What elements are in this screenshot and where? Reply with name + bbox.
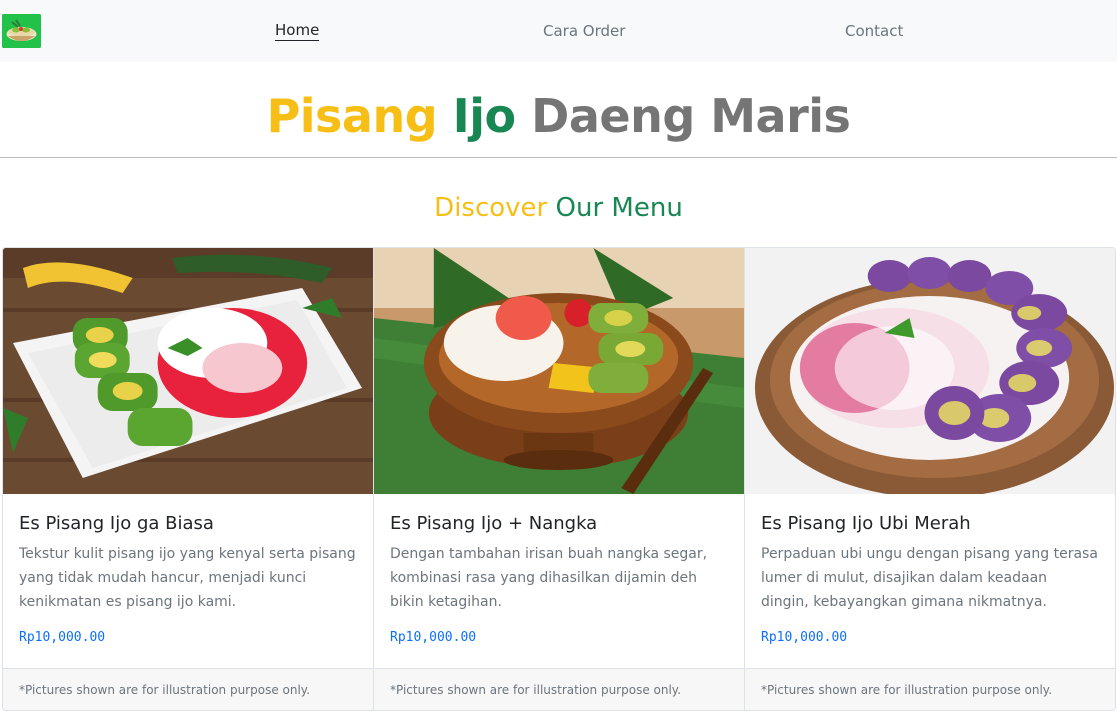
navbar: Home Cara Order Contact xyxy=(0,0,1117,62)
card-body: Es Pisang Ijo Ubi Merah Perpaduan ubi un… xyxy=(745,494,1115,668)
card-price: Rp10,000.00 xyxy=(761,630,848,645)
site-title: Pisang Ijo Daeng Maris xyxy=(0,86,1117,146)
card-title: Es Pisang Ijo Ubi Merah xyxy=(761,513,971,534)
nav-contact[interactable]: Contact xyxy=(845,20,903,42)
menu-section-title: Discover Our Menu xyxy=(0,190,1117,226)
menu-card: Es Pisang Ijo Ubi Merah Perpaduan ubi un… xyxy=(745,248,1115,710)
menu-card: Es Pisang Ijo ga Biasa Tekstur kulit pis… xyxy=(3,248,374,710)
header-divider xyxy=(0,157,1117,158)
card-title: Es Pisang Ijo + Nangka xyxy=(390,513,598,534)
card-price: Rp10,000.00 xyxy=(390,630,477,645)
menu-card: Es Pisang Ijo + Nangka Dengan tambahan i… xyxy=(374,248,745,710)
es-pisang-ijo-ubi-bowl-photo xyxy=(745,248,1115,494)
es-pisang-ijo-plate-photo xyxy=(3,248,373,494)
card-footer-disclaimer: *Pictures shown are for illustration pur… xyxy=(374,668,744,710)
site-title-part-ijo: Ijo xyxy=(452,89,517,143)
card-body: Es Pisang Ijo + Nangka Dengan tambahan i… xyxy=(374,494,744,668)
card-description: Perpaduan ubi ungu dengan pisang yang te… xyxy=(761,546,1098,610)
card-description: Dengan tambahan irisan buah nangka segar… xyxy=(390,546,708,610)
logo-link[interactable] xyxy=(2,14,41,48)
site-title-part-pisang: Pisang xyxy=(266,89,438,143)
site-title-part-daeng-maris: Daeng Maris xyxy=(531,89,851,143)
menu-card-group: Es Pisang Ijo ga Biasa Tekstur kulit pis… xyxy=(2,247,1116,711)
card-footer-disclaimer: *Pictures shown are for illustration pur… xyxy=(745,668,1115,710)
nav-home[interactable]: Home xyxy=(275,20,320,41)
card-price: Rp10,000.00 xyxy=(19,630,106,645)
card-footer-disclaimer: *Pictures shown are for illustration pur… xyxy=(3,668,373,710)
card-description: Tekstur kulit pisang ijo yang kenyal ser… xyxy=(19,546,356,610)
es-pisang-ijo-nangka-bowl-photo xyxy=(374,248,744,494)
menu-title-part-discover: Discover xyxy=(434,193,548,223)
card-title: Es Pisang Ijo ga Biasa xyxy=(19,513,214,534)
menu-title-part-our-menu: Our Menu xyxy=(555,193,683,223)
nav-cara-order[interactable]: Cara Order xyxy=(543,20,625,42)
bowl-dessert-icon xyxy=(2,14,41,48)
card-body: Es Pisang Ijo ga Biasa Tekstur kulit pis… xyxy=(3,494,373,668)
